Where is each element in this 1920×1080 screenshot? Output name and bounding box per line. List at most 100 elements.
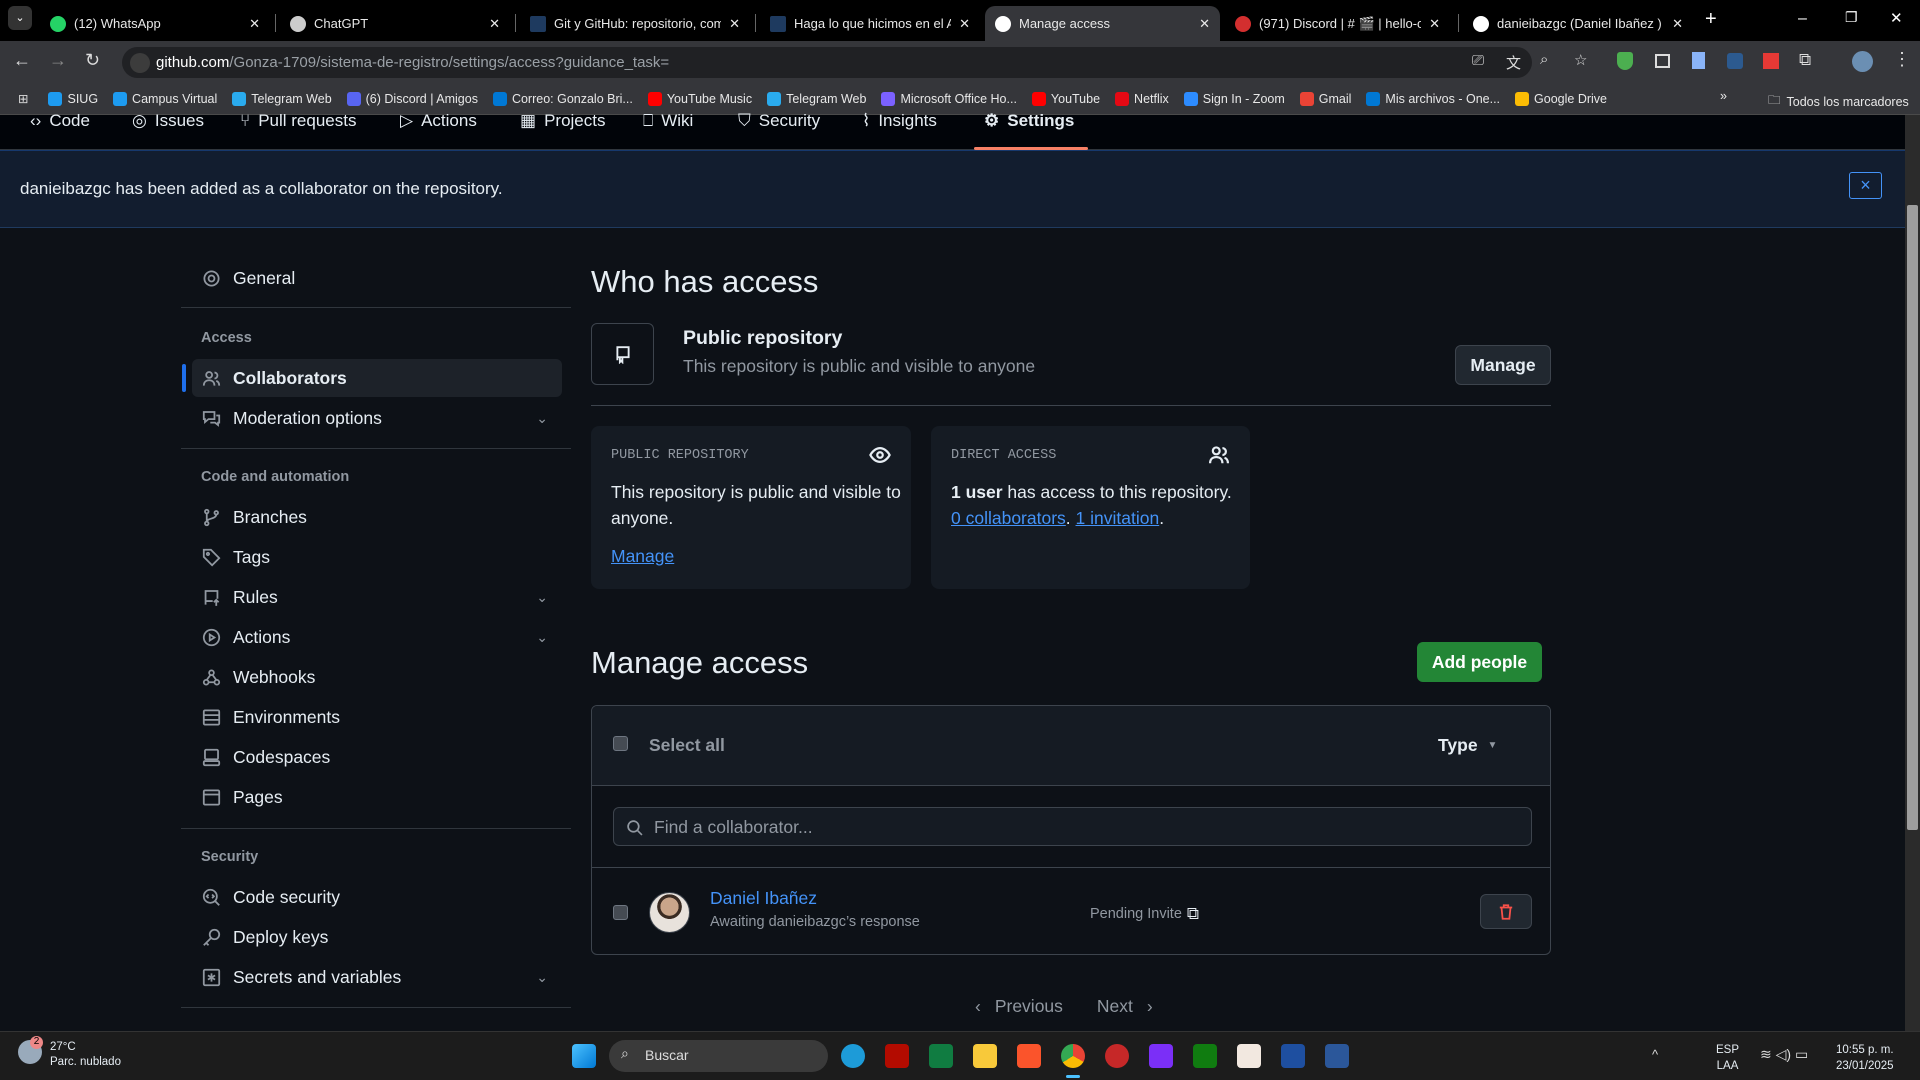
zoom-icon[interactable]: ⌕ — [1540, 51, 1548, 68]
type-filter-dropdown[interactable]: Type ▼ — [1438, 735, 1497, 756]
bookmark-item[interactable]: Campus Virtual — [113, 91, 217, 106]
repo-nav-security[interactable]: ⛉ Security — [738, 111, 820, 131]
copy-icon[interactable]: ⧉ — [1187, 904, 1199, 924]
bookmark-item[interactable]: Microsoft Office Ho... — [881, 91, 1017, 106]
browser-tab-active[interactable]: Manage access ✕ — [985, 6, 1220, 41]
sidebar-item-environments[interactable]: Environments — [192, 698, 562, 736]
bookmark-item[interactable]: Telegram Web — [767, 91, 866, 106]
bookmark-item[interactable]: SIUG — [48, 91, 98, 106]
bookmark-item[interactable]: (6) Discord | Amigos — [346, 91, 478, 106]
sidebar-item-codespaces[interactable]: Codespaces — [192, 738, 562, 776]
close-tab-icon[interactable]: ✕ — [489, 16, 500, 32]
bookmark-star-icon[interactable]: ☆ — [1574, 51, 1587, 69]
acrobat-icon[interactable] — [885, 1044, 909, 1068]
close-tab-icon[interactable]: ✕ — [1199, 16, 1210, 32]
invitations-link[interactable]: 1 invitation — [1076, 508, 1160, 528]
more-bookmarks-icon[interactable]: » — [1720, 89, 1727, 103]
repo-nav-issues[interactable]: ◎ Issues — [132, 111, 204, 131]
extension-icon[interactable] — [1655, 54, 1670, 68]
site-info-icon[interactable] — [130, 53, 150, 73]
weather-widget[interactable]: 2 27°C Parc. nublado — [18, 1036, 121, 1070]
collaborators-link[interactable]: 0 collaborators — [951, 508, 1066, 528]
access-icon[interactable] — [1237, 1044, 1261, 1068]
url-bar[interactable]: github.com/Gonza-1709/sistema-de-registr… — [122, 47, 1587, 78]
minimize-button[interactable]: – — [1798, 10, 1807, 28]
select-all-checkbox[interactable] — [613, 736, 628, 751]
edge-icon[interactable] — [841, 1044, 865, 1068]
taskbar-search[interactable]: ⌕ Buscar — [609, 1040, 828, 1072]
app-icon[interactable] — [1105, 1044, 1129, 1068]
sidebar-item-branches[interactable]: Branches — [192, 498, 562, 536]
browser-menu-icon[interactable]: ⋮ — [1893, 49, 1911, 70]
next-page-button[interactable]: Next › — [1097, 996, 1153, 1017]
repo-nav-pull-requests[interactable]: ⑂ Pull requests — [240, 111, 356, 131]
repo-nav-settings[interactable]: ⚙ Settings — [984, 111, 1074, 131]
translate-icon[interactable]: 文 — [1506, 52, 1521, 73]
sidebar-item-pages[interactable]: Pages — [192, 778, 562, 816]
tab-search-button[interactable]: ⌄ — [8, 6, 32, 30]
reload-icon[interactable]: ↻ — [85, 50, 100, 71]
apps-grid-icon[interactable]: ⊞ — [18, 91, 28, 106]
extension-icon[interactable] — [1763, 53, 1779, 69]
extensions-puzzle-icon[interactable]: ⧉ — [1799, 50, 1811, 70]
bookmark-item[interactable]: YouTube Music — [647, 91, 752, 106]
repo-nav-code[interactable]: ‹› Code — [30, 111, 90, 131]
all-bookmarks[interactable]: 🗀 Todos los marcadores — [1768, 91, 1909, 112]
extension-icon[interactable] — [1727, 53, 1743, 69]
sidebar-item-secrets-and-variables[interactable]: Secrets and variables ⌄ — [192, 958, 562, 996]
browser-tab[interactable]: Git y GitHub: repositorio, comm ✕ — [520, 6, 750, 41]
sidebar-item-moderation-options[interactable]: Moderation options ⌄ — [192, 399, 562, 437]
extension-icon[interactable] — [1617, 52, 1633, 70]
sidebar-item-code-security[interactable]: Code security — [192, 878, 562, 916]
flash-close-button[interactable]: × — [1849, 172, 1882, 199]
bookmark-item[interactable]: Netflix — [1115, 91, 1169, 106]
wifi-volume-battery-icons[interactable]: ≋ ◁) ▭ — [1760, 1046, 1808, 1063]
manage-link[interactable]: Manage — [611, 546, 674, 567]
repo-nav-insights[interactable]: ⌇ Insights — [862, 111, 937, 131]
start-button[interactable] — [572, 1044, 596, 1068]
previous-page-button[interactable]: ‹ Previous — [975, 996, 1063, 1017]
bookmark-item[interactable]: Correo: Gonzalo Bri... — [492, 91, 633, 106]
close-tab-icon[interactable]: ✕ — [729, 16, 740, 32]
maximize-button[interactable]: ❐ — [1845, 9, 1858, 26]
bookmark-item[interactable]: Sign In - Zoom — [1183, 91, 1285, 106]
browser-tab[interactable]: ChatGPT ✕ — [280, 6, 510, 41]
sidebar-item-tags[interactable]: Tags — [192, 538, 562, 576]
avatar[interactable] — [649, 892, 690, 933]
sidebar-item-general[interactable]: General — [192, 259, 562, 297]
browser-tab[interactable]: (971) Discord | # 🎬 | hello-one ✕ — [1225, 6, 1450, 41]
back-icon[interactable]: ← — [13, 50, 31, 71]
forward-icon[interactable]: → — [49, 50, 67, 71]
remove-collaborator-button[interactable] — [1480, 894, 1532, 929]
close-tab-icon[interactable]: ✕ — [959, 16, 970, 32]
scrollbar-thumb[interactable] — [1907, 205, 1918, 830]
clock[interactable]: 10:55 p. m. 23/01/2025 — [1836, 1042, 1894, 1074]
sidebar-item-rules[interactable]: Rules ⌄ — [192, 578, 562, 616]
sidebar-item-collaborators[interactable]: Collaborators — [192, 359, 562, 397]
add-people-button[interactable]: Add people — [1417, 642, 1542, 682]
new-tab-button[interactable]: + — [1705, 8, 1717, 31]
extension-icon[interactable] — [1692, 52, 1705, 69]
install-icon[interactable]: ⎚ — [1472, 52, 1484, 69]
xbox-icon[interactable] — [1193, 1044, 1217, 1068]
sidebar-item-actions[interactable]: Actions ⌄ — [192, 618, 562, 656]
bookmark-item[interactable]: Telegram Web — [232, 91, 332, 106]
show-hidden-icons[interactable]: ^ — [1652, 1047, 1658, 1062]
close-tab-icon[interactable]: ✕ — [249, 16, 260, 32]
browser-tab[interactable]: danieibazgc (Daniel Ibañez ) ✕ — [1463, 6, 1693, 41]
collaborator-name-link[interactable]: Daniel Ibañez — [710, 888, 817, 909]
repo-nav-wiki[interactable]: ⎕ Wiki — [643, 111, 693, 131]
chrome-icon[interactable] — [1061, 1044, 1085, 1068]
sidebar-item-deploy-keys[interactable]: Deploy keys — [192, 918, 562, 956]
collaborator-search-input[interactable]: Find a collaborator... — [613, 807, 1532, 846]
repo-nav-projects[interactable]: ▦ Projects — [520, 111, 605, 131]
close-window-button[interactable]: ✕ — [1890, 9, 1903, 27]
file-explorer-icon[interactable] — [973, 1044, 997, 1068]
word-icon[interactable] — [1325, 1044, 1349, 1068]
row-checkbox[interactable] — [613, 905, 628, 920]
close-tab-icon[interactable]: ✕ — [1429, 16, 1440, 32]
bookmark-item[interactable]: YouTube — [1031, 91, 1100, 106]
bookmark-item[interactable]: Gmail — [1299, 91, 1351, 106]
repo-nav-actions[interactable]: ▷ Actions — [400, 111, 477, 131]
browser-tab[interactable]: Haga lo que hicimos en el Aula✕ — [760, 6, 980, 41]
